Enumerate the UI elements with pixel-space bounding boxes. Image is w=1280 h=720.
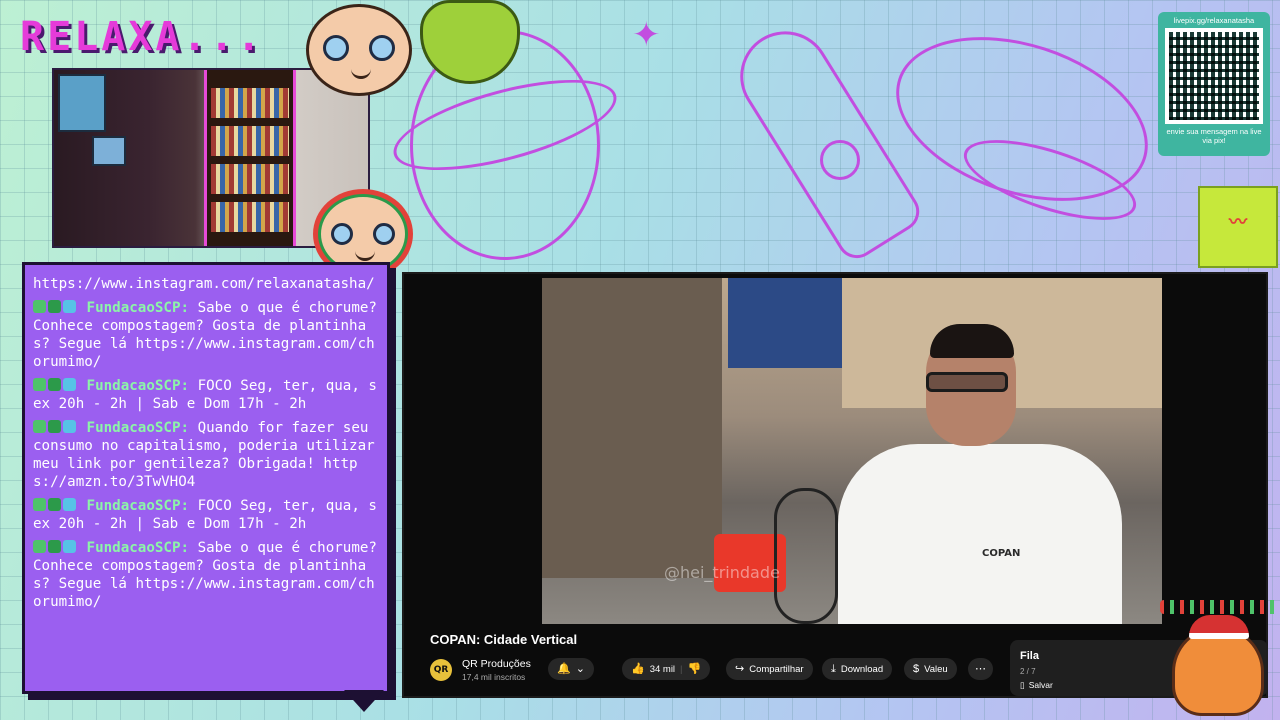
channel-avatar[interactable]: QR — [430, 659, 452, 681]
thanks-button[interactable]: $ Valeu — [904, 658, 957, 680]
bot-badge-icon — [63, 420, 76, 433]
more-icon: ⋯ — [975, 662, 986, 675]
channel-subscribers: 17,4 mil inscritos — [462, 672, 526, 682]
bicycle — [774, 488, 838, 624]
chat-message-text: FOCO Seg, ter, qua, sex 20h - 2h | Sab e… — [33, 498, 377, 532]
bookshelf — [204, 70, 296, 246]
interviewee-hair — [930, 324, 1014, 358]
chat-message: FundacaoSCP: Sabe o que é chorume? Conhe… — [33, 539, 379, 611]
bookmark-icon: ▯ — [1020, 680, 1025, 690]
bot-badge-icon — [63, 378, 76, 391]
stream-logo: RELAXA... — [20, 14, 264, 60]
shirt-logo: COPAN — [982, 548, 1021, 559]
chat-message: https://www.instagram.com/relaxanatasha/ — [33, 275, 379, 293]
chat-message-text: Quando for fazer seu consumo no capitali… — [33, 420, 375, 490]
queue-position: 2 / 7 — [1020, 667, 1036, 676]
pix-qr-panel: livepix.gg/relaxanatasha envie sua mensa… — [1158, 12, 1270, 156]
grumpy-cat-mascot — [1172, 615, 1264, 716]
badge-icon — [33, 498, 46, 511]
chat-panel[interactable]: https://www.instagram.com/relaxanatasha/… — [22, 262, 390, 694]
chat-username[interactable]: FundacaoSCP: — [87, 420, 190, 436]
wall-poster — [92, 136, 126, 166]
thanks-label: Valeu — [924, 663, 948, 675]
share-button[interactable]: ↪ Compartilhar — [726, 658, 813, 680]
chat-username[interactable]: FundacaoSCP: — [87, 300, 190, 316]
alien-badge-icon — [48, 300, 61, 313]
badge-icon — [33, 540, 46, 553]
share-icon: ↪ — [735, 662, 745, 675]
qr-url: livepix.gg/relaxanatasha — [1173, 16, 1255, 25]
chat-message-text: https://www.instagram.com/relaxanatasha/ — [33, 276, 375, 292]
chat-message: FundacaoSCP: Quando for fazer seu consum… — [33, 419, 379, 491]
bot-badge-icon — [63, 498, 76, 511]
qr-caption: envie sua mensagem na live via pix! — [1166, 127, 1262, 145]
like-button[interactable]: 👍 34 mil | 👎 — [622, 658, 711, 680]
chat-message: FundacaoSCP: Sabe o que é chorume? Conhe… — [33, 299, 379, 371]
chorumim-sticker: 〰 — [1198, 186, 1278, 268]
queue-save-label: Salvar — [1028, 680, 1053, 690]
notifications-button[interactable]: 🔔 ⌄ — [548, 658, 594, 680]
video-awning — [728, 278, 848, 368]
thumbs-up-icon: 👍 — [631, 662, 645, 675]
download-icon: ⤓ — [831, 662, 836, 675]
qr-code-icon — [1165, 28, 1263, 124]
chibi-mascot-top — [306, 4, 412, 96]
chat-message-text: Sabe o que é chorume? Conhece compostage… — [33, 540, 377, 610]
channel-name[interactable]: QR Produções — [462, 658, 531, 670]
alien-badge-icon — [48, 498, 61, 511]
queue-title: Fila — [1020, 650, 1039, 662]
chevron-down-icon: ⌄ — [575, 662, 585, 675]
video-watermark: @hei_trindade — [664, 563, 780, 582]
christmas-lights — [1160, 600, 1278, 614]
video-player[interactable]: @hei_trindade COPAN COPAN: Cidade Vertic… — [402, 272, 1268, 698]
like-count: 34 mil — [649, 663, 676, 675]
badge-icon — [33, 300, 46, 313]
video-title[interactable]: COPAN: Cidade Vertical — [430, 632, 577, 647]
bell-icon: 🔔 — [557, 662, 571, 675]
star-doodle: ✦ — [632, 15, 661, 55]
more-options-button[interactable]: ⋯ — [968, 658, 993, 680]
video-frame[interactable]: @hei_trindade COPAN — [542, 278, 1162, 624]
queue-save-button[interactable]: ▯ Salvar — [1020, 680, 1053, 691]
bot-badge-icon — [63, 300, 76, 313]
thanks-icon: $ — [913, 662, 920, 675]
rocket-doodle — [723, 14, 927, 266]
badge-icon — [33, 378, 46, 391]
badge-icon — [33, 420, 46, 433]
alien-badge-icon — [48, 378, 61, 391]
small-planet-doodle — [820, 140, 860, 180]
download-label: Download — [840, 663, 884, 675]
video-building — [542, 278, 722, 578]
chat-bubble-tail — [344, 690, 384, 712]
wall-poster — [58, 74, 106, 132]
chat-message: FundacaoSCP: FOCO Seg, ter, qua, sex 20h… — [33, 377, 379, 413]
alien-badge-icon — [48, 420, 61, 433]
chat-message-text: FOCO Seg, ter, qua, sex 20h - 2h | Sab e… — [33, 378, 377, 412]
interviewee-shirt — [838, 444, 1122, 624]
thumbs-down-icon: 👎 — [687, 662, 702, 675]
chat-message: FundacaoSCP: FOCO Seg, ter, qua, sex 20h… — [33, 497, 379, 533]
santa-hat-icon — [1189, 615, 1249, 639]
bot-badge-icon — [63, 540, 76, 553]
share-label: Compartilhar — [749, 663, 804, 675]
chat-message-text: Sabe o que é chorume? Conhece compostage… — [33, 300, 377, 370]
download-button[interactable]: ⤓ Download — [822, 658, 893, 680]
worm-icon: 〰 — [1229, 212, 1247, 232]
chat-username[interactable]: FundacaoSCP: — [87, 498, 190, 514]
chat-username[interactable]: FundacaoSCP: — [87, 540, 190, 556]
alien-badge-icon — [48, 540, 61, 553]
interviewee-glasses — [926, 372, 1008, 392]
chat-username[interactable]: FundacaoSCP: — [87, 378, 190, 394]
